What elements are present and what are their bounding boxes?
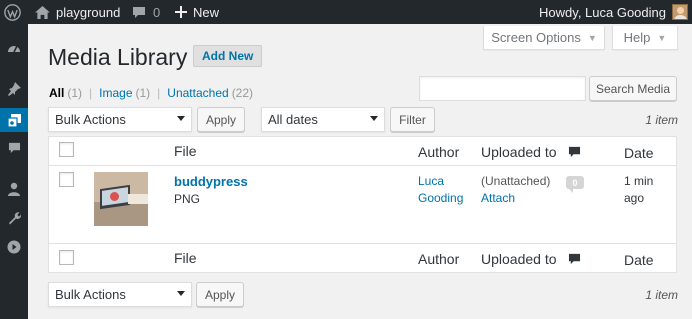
filter-image-label: Image bbox=[99, 86, 133, 100]
select-arrow-icon bbox=[177, 291, 185, 296]
bulk-actions-select-top[interactable]: Bulk Actions bbox=[48, 107, 192, 132]
media-thumbnail[interactable] bbox=[94, 172, 148, 226]
author-last-name: Gooding bbox=[418, 191, 464, 205]
filter-unattached-count: (22) bbox=[231, 86, 254, 100]
row-checkbox[interactable] bbox=[59, 172, 74, 187]
items-count-top: 1 item bbox=[645, 113, 678, 127]
site-name-label: playground bbox=[56, 4, 121, 20]
caret-down-icon: ▼ bbox=[657, 32, 667, 43]
users-icon[interactable] bbox=[0, 177, 28, 201]
collapse-menu-icon[interactable] bbox=[0, 235, 28, 259]
filter-separator: | bbox=[89, 86, 93, 100]
filter-all-label: All bbox=[49, 86, 65, 100]
column-date-footer[interactable]: Date bbox=[624, 252, 654, 268]
wordpress-logo-icon[interactable] bbox=[4, 0, 21, 24]
filter-separator: | bbox=[157, 86, 161, 100]
header-divider bbox=[49, 165, 676, 166]
comments-icon[interactable] bbox=[0, 136, 28, 160]
author-first-name: Luca bbox=[418, 174, 445, 188]
help-label: Help bbox=[623, 30, 651, 45]
upload-date-line1: 1 min bbox=[624, 174, 654, 188]
footer-divider bbox=[49, 243, 676, 244]
home-icon bbox=[35, 5, 50, 19]
select-arrow-icon bbox=[370, 116, 378, 121]
select-arrow-icon bbox=[177, 116, 185, 121]
filter-image[interactable]: Image bbox=[99, 86, 132, 100]
dates-select[interactable]: All dates bbox=[261, 107, 385, 132]
site-name-menu[interactable]: playground bbox=[35, 0, 120, 24]
new-content-menu[interactable]: New bbox=[175, 0, 219, 24]
column-uploaded-to[interactable]: Uploaded to bbox=[481, 144, 557, 160]
column-file[interactable]: File bbox=[174, 143, 197, 159]
filter-all-count: (1) bbox=[67, 86, 83, 100]
admin-side-menu bbox=[0, 24, 28, 319]
upload-date-line2: ago bbox=[624, 191, 645, 205]
column-file-footer[interactable]: File bbox=[174, 250, 197, 266]
dashboard-icon[interactable] bbox=[0, 36, 28, 60]
author-link[interactable]: Luca Gooding bbox=[418, 173, 463, 207]
caret-down-icon: ▼ bbox=[587, 32, 597, 43]
filter-button[interactable]: Filter bbox=[390, 107, 435, 132]
posts-pin-icon[interactable] bbox=[0, 77, 28, 101]
search-media-button[interactable]: Search Media bbox=[589, 76, 677, 101]
items-count-bottom: 1 item bbox=[645, 288, 678, 302]
select-all-checkbox-footer[interactable] bbox=[59, 250, 74, 265]
media-file-type: PNG bbox=[174, 192, 201, 206]
comment-column-icon[interactable] bbox=[568, 146, 581, 161]
media-list-table: File Author Uploaded to Date buddypress … bbox=[48, 136, 677, 273]
column-author-footer: Author bbox=[418, 251, 460, 267]
bulk-actions-select-bottom[interactable]: Bulk Actions bbox=[48, 282, 192, 307]
column-date[interactable]: Date bbox=[624, 145, 654, 161]
comments-menu[interactable]: 0 bbox=[132, 0, 160, 24]
filter-unattached-label: Unattached bbox=[167, 86, 229, 100]
comment-icon bbox=[132, 6, 146, 19]
bulk-actions-value: Bulk Actions bbox=[55, 112, 126, 127]
view-filters: All (1) | Image (1) | Unattached (22) bbox=[49, 86, 253, 100]
add-new-button[interactable]: Add New bbox=[193, 45, 263, 67]
help-button[interactable]: Help ▼ bbox=[612, 26, 678, 50]
bulk-actions-value: Bulk Actions bbox=[55, 287, 126, 302]
main-content: Screen Options ▼ Help ▼ Media Library Ad… bbox=[28, 24, 692, 319]
apply-button-bottom[interactable]: Apply bbox=[196, 282, 244, 307]
dates-value: All dates bbox=[268, 112, 318, 127]
comment-column-icon[interactable] bbox=[568, 253, 581, 268]
comments-count: 0 bbox=[153, 4, 161, 20]
uploaded-status: (Unattached) bbox=[481, 174, 551, 188]
apply-button-top[interactable]: Apply bbox=[197, 107, 245, 132]
search-media-input[interactable] bbox=[419, 76, 586, 101]
column-uploaded-to-footer[interactable]: Uploaded to bbox=[481, 251, 557, 267]
plus-icon bbox=[175, 6, 187, 18]
page-title: Media Library bbox=[48, 44, 188, 70]
media-icon[interactable] bbox=[0, 108, 28, 132]
upload-date: 1 min ago bbox=[624, 173, 653, 207]
media-title-link[interactable]: buddypress bbox=[174, 173, 248, 190]
new-label: New bbox=[193, 4, 220, 20]
screen-options-label: Screen Options bbox=[491, 30, 581, 45]
select-all-checkbox[interactable] bbox=[59, 142, 74, 157]
tools-wrench-icon[interactable] bbox=[0, 206, 28, 230]
admin-bar: playground 0 New Howdy, Luca Gooding bbox=[0, 0, 692, 24]
my-account-menu[interactable]: Howdy, Luca Gooding bbox=[539, 0, 688, 24]
comment-count-badge[interactable]: 0 bbox=[566, 176, 584, 193]
filter-unattached[interactable]: Unattached bbox=[167, 86, 228, 100]
greeting-label: Howdy, Luca Gooding bbox=[539, 4, 666, 20]
buddypress-logo-icon bbox=[110, 192, 119, 201]
filter-image-count: (1) bbox=[135, 86, 151, 100]
screen-options-button[interactable]: Screen Options ▼ bbox=[483, 26, 605, 50]
column-author: Author bbox=[418, 144, 460, 160]
filter-all[interactable]: All bbox=[49, 86, 64, 100]
attach-link[interactable]: Attach bbox=[481, 190, 515, 207]
avatar bbox=[672, 4, 688, 20]
